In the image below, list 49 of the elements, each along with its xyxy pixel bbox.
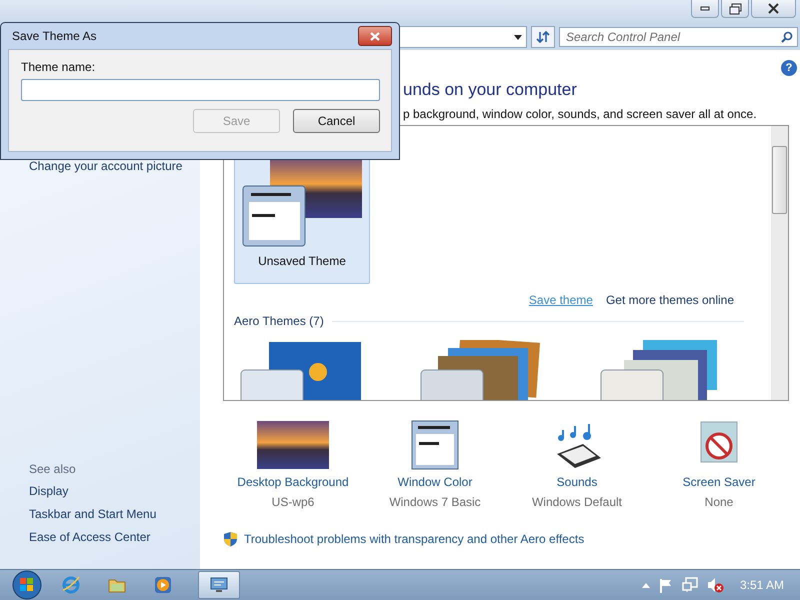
sidebar-link[interactable]: Display (29, 480, 200, 503)
scrollbar[interactable] (771, 126, 788, 400)
browser-icon (61, 575, 81, 595)
close-icon (768, 3, 779, 14)
sidebar-link[interactable]: Taskbar and Start Menu (29, 503, 200, 526)
close-icon (370, 32, 380, 40)
search-icon (781, 31, 793, 43)
setting-link[interactable]: Sounds (556, 475, 598, 489)
section-heading: See also (29, 461, 77, 478)
help-button[interactable]: ? (781, 60, 797, 76)
refresh-icon (536, 30, 550, 44)
maximize-icon (728, 2, 742, 14)
theme-link[interactable]: Get more themes online (606, 293, 734, 307)
page-description: p background, window color, sounds, and screen saver all at once. (403, 107, 758, 121)
play-icon (153, 575, 173, 595)
dropdown-arrow-icon[interactable] (514, 34, 522, 40)
theme-thumbnail[interactable] (418, 340, 542, 400)
network-icon[interactable] (682, 577, 698, 593)
dialog-button[interactable]: Cancel (293, 109, 380, 133)
group-heading: Aero Themes (7) (234, 314, 324, 328)
dialog-title: Save Theme As (11, 29, 96, 43)
refresh-button[interactable] (531, 26, 555, 48)
flag-icon[interactable] (658, 578, 673, 592)
wallpaper-thumbnail[interactable] (257, 420, 329, 470)
window-color-icon[interactable] (411, 420, 459, 470)
setting-link[interactable]: Window Color (398, 475, 472, 489)
setting-value: US-wp6 (272, 495, 314, 509)
setting-value: Windows 7 Basic (389, 495, 481, 509)
shield-icon (223, 531, 238, 547)
minimize-icon (700, 6, 710, 11)
setting-value: None (704, 495, 734, 509)
muted-speaker-icon[interactable] (706, 577, 724, 593)
maximize-button[interactable] (721, 0, 749, 18)
sidebar-link[interactable]: Ease of Access Center (29, 526, 200, 549)
setting-value: Windows Default (532, 495, 622, 509)
field-label: Theme name: (21, 60, 96, 74)
theme-thumbnail[interactable] (238, 340, 362, 400)
setting-link[interactable]: Desktop Background (237, 475, 349, 489)
close-button[interactable] (358, 26, 392, 46)
monitor-icon (209, 575, 229, 595)
theme-name-field[interactable] (21, 79, 380, 101)
page-heading: unds on your computer (403, 80, 578, 100)
taskbar-button[interactable] (198, 571, 240, 599)
close-button[interactable] (751, 0, 796, 18)
troubleshoot-link[interactable]: Troubleshoot problems with transparency and other Aero effects (244, 532, 584, 546)
theme-link[interactable]: Save theme (528, 293, 593, 307)
search-field[interactable]: Search Control Panel (559, 27, 798, 47)
setting-link[interactable]: Screen Saver (682, 475, 756, 489)
minimize-button[interactable] (691, 0, 719, 18)
